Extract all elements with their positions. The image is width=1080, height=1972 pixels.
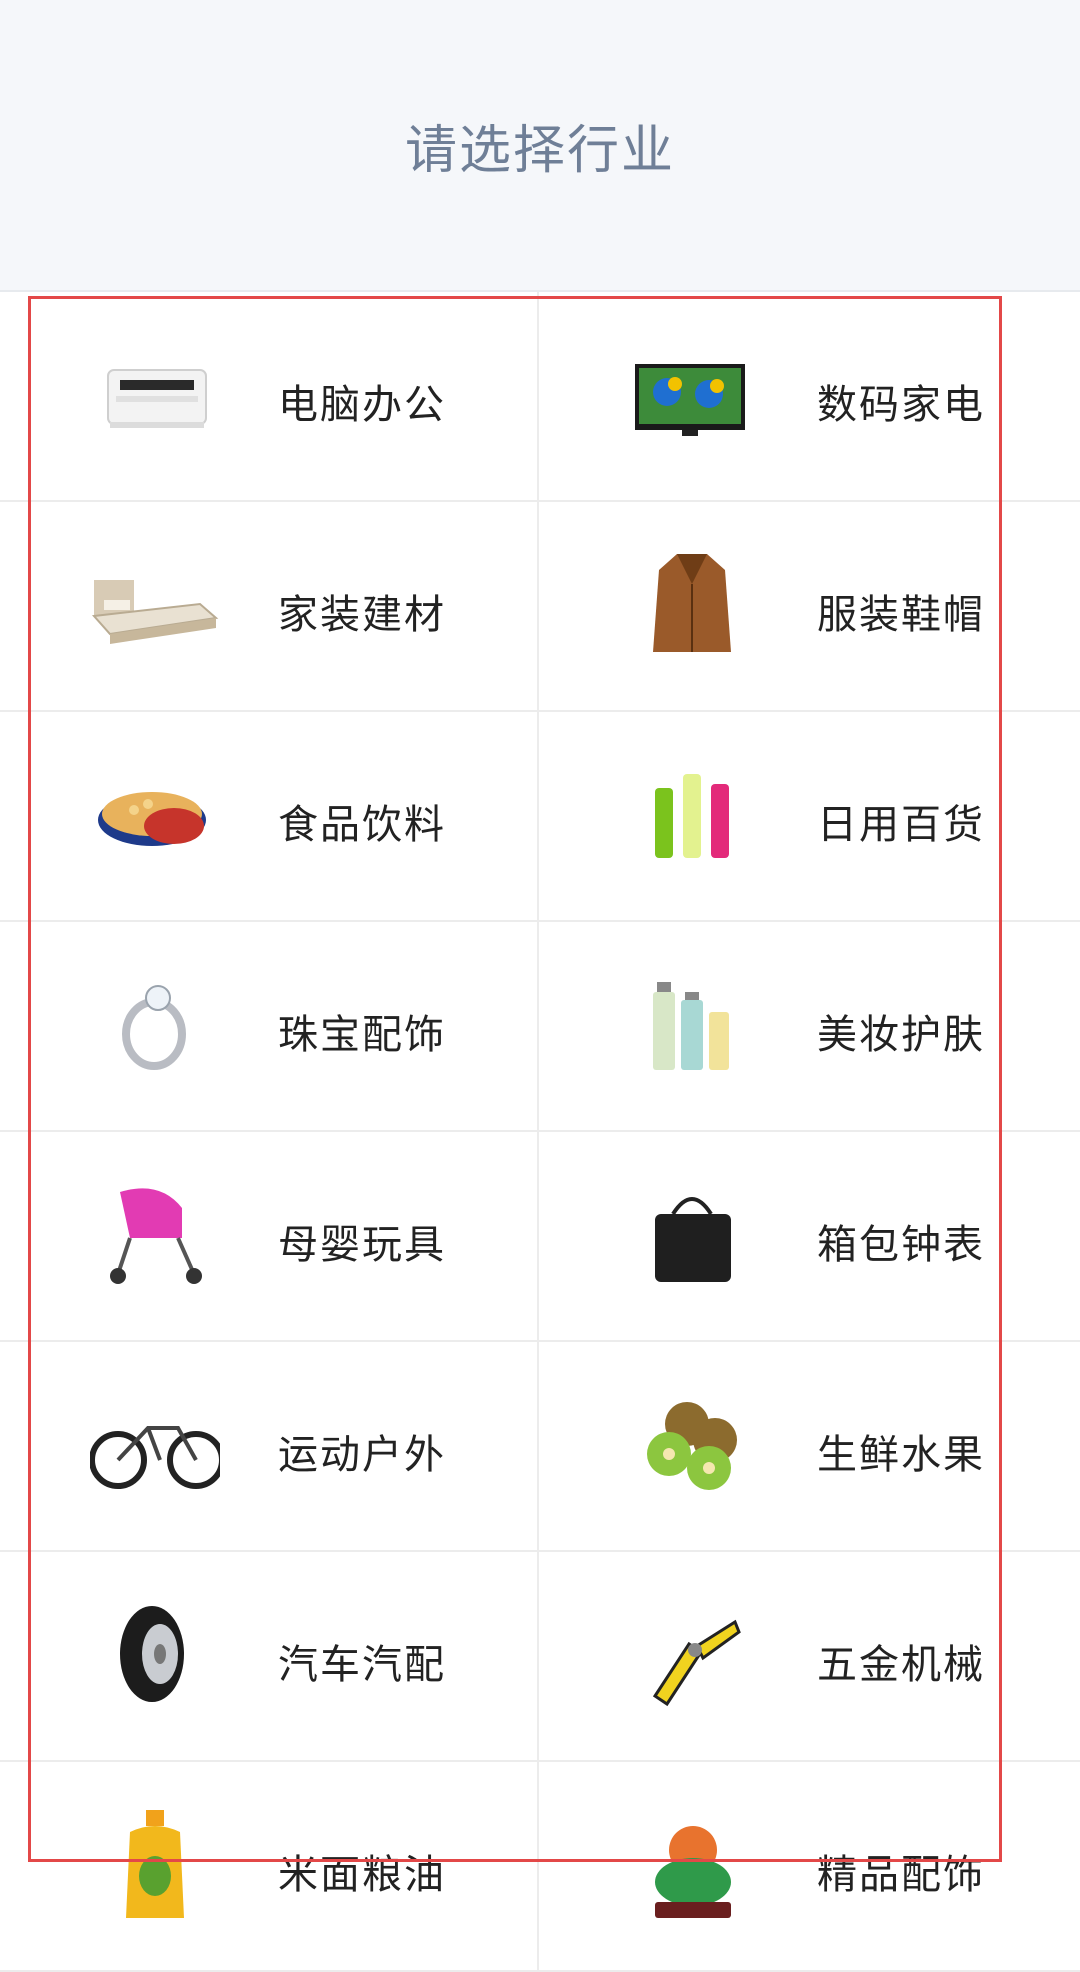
header: 请选择行业 — [0, 0, 1080, 292]
industry-item[interactable]: 珠宝配饰 — [0, 922, 537, 1130]
handbag-icon — [655, 1197, 731, 1282]
industry-label: 日用百货 — [817, 802, 985, 848]
grid-row: 运动户外 生鲜水果 — [0, 1342, 1080, 1552]
industry-item[interactable]: 服装鞋帽 — [539, 502, 1080, 710]
ring-icon — [122, 985, 186, 1070]
industry-item[interactable]: 运动户外 — [0, 1342, 537, 1550]
industry-item[interactable]: 日用百货 — [539, 712, 1080, 920]
industry-label: 五金机械 — [817, 1642, 985, 1688]
tire-icon — [120, 1606, 184, 1702]
bed-icon — [91, 580, 219, 644]
industry-item[interactable]: 美妆护肤 — [539, 922, 1080, 1130]
industry-item[interactable]: 数码家电 — [539, 292, 1080, 500]
cookie-tin-icon — [98, 792, 206, 846]
industry-label: 精品配饰 — [817, 1852, 985, 1898]
stroller-icon — [110, 1188, 202, 1284]
industry-label: 服装鞋帽 — [817, 592, 985, 638]
bottles-icon — [655, 774, 729, 858]
industry-item[interactable]: 汽车汽配 — [0, 1552, 537, 1760]
industry-item[interactable]: 母婴玩具 — [0, 1132, 537, 1340]
industry-item[interactable]: 精品配饰 — [539, 1762, 1080, 1970]
page-title: 请选择行业 — [404, 121, 675, 181]
industry-item[interactable]: 电脑办公 — [0, 292, 537, 500]
industry-label: 数码家电 — [817, 382, 985, 428]
industry-label: 运动户外 — [278, 1432, 446, 1478]
industry-item[interactable]: 生鲜水果 — [539, 1342, 1080, 1550]
oil-bottle-icon — [126, 1810, 184, 1918]
industry-label: 美妆护肤 — [817, 1012, 985, 1058]
grid-row: 汽车汽配 五金机械 — [0, 1552, 1080, 1762]
grid-row: 家装建材 服装鞋帽 — [0, 502, 1080, 712]
industry-label: 汽车汽配 — [278, 1642, 446, 1688]
grid-row: 电脑办公 数码家电 — [0, 292, 1080, 502]
cosmetics-icon — [653, 982, 729, 1070]
industry-item[interactable]: 食品饮料 — [0, 712, 537, 920]
grid-row: 食品饮料 日用百货 — [0, 712, 1080, 922]
jade-ornament-icon — [655, 1826, 731, 1918]
industry-label: 米面粮油 — [278, 1852, 446, 1898]
grid-row: 米面粮油 精品配饰 — [0, 1762, 1080, 1972]
industry-label: 母婴玩具 — [278, 1222, 446, 1268]
industry-item[interactable]: 米面粮油 — [0, 1762, 537, 1970]
pliers-icon — [652, 1619, 741, 1707]
industry-grid: 电脑办公 数码家电 家装建材 服装鞋帽 食品饮料 日用百货 珠宝配饰 美妆护肤 … — [0, 292, 1080, 1972]
industry-label: 家装建材 — [278, 592, 446, 638]
industry-item[interactable]: 箱包钟表 — [539, 1132, 1080, 1340]
industry-label: 食品饮料 — [278, 802, 446, 848]
industry-label: 电脑办公 — [278, 382, 446, 428]
grid-row: 母婴玩具 箱包钟表 — [0, 1132, 1080, 1342]
industry-item[interactable]: 家装建材 — [0, 502, 537, 710]
industry-label: 珠宝配饰 — [278, 1012, 446, 1058]
coat-icon — [653, 554, 731, 652]
kiwi-icon — [647, 1402, 737, 1490]
tv-icon — [635, 364, 745, 436]
industry-item[interactable]: 五金机械 — [539, 1552, 1080, 1760]
industry-label: 生鲜水果 — [817, 1432, 985, 1478]
bicycle-icon — [90, 1426, 220, 1489]
grid-row: 珠宝配饰 美妆护肤 — [0, 922, 1080, 1132]
printer-icon — [107, 369, 207, 428]
industry-label: 箱包钟表 — [817, 1222, 985, 1268]
